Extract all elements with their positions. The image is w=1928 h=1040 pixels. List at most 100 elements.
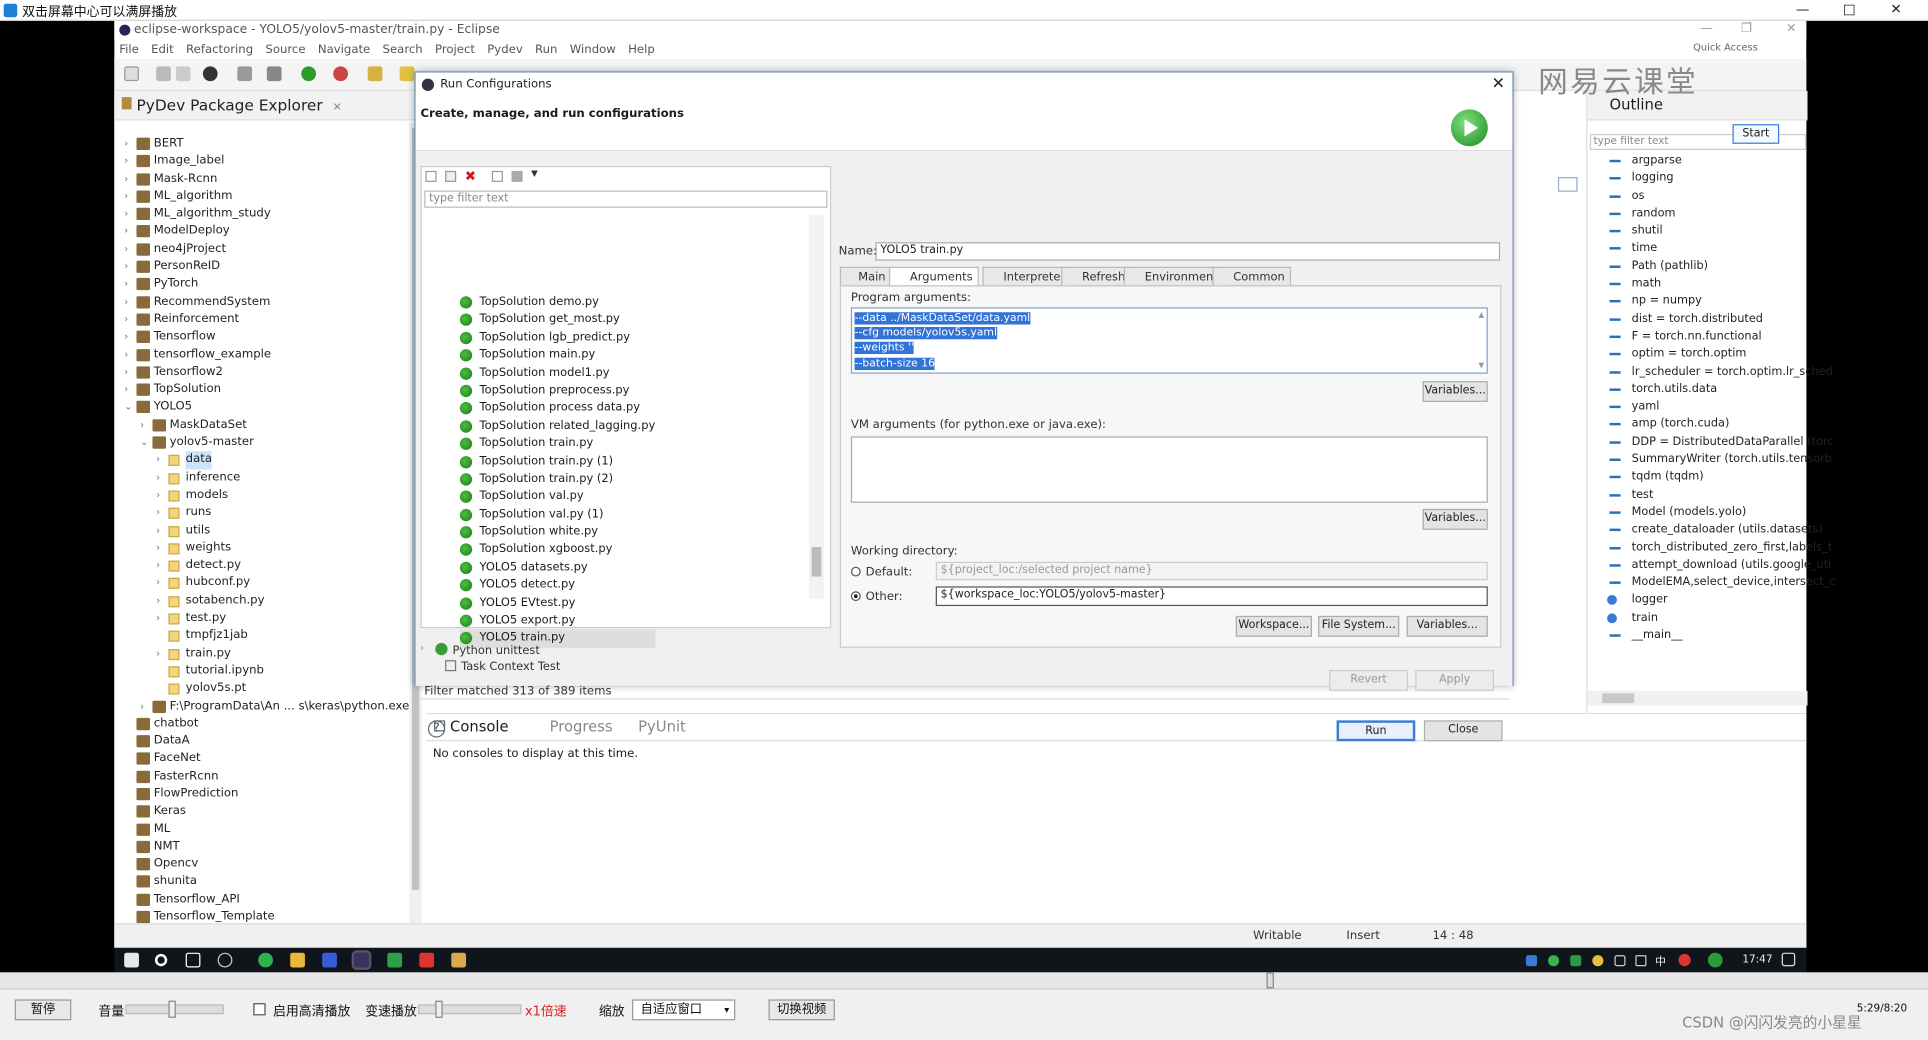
outline-item[interactable]: logger	[1607, 592, 1835, 610]
chevron-right-icon[interactable]: ›	[156, 592, 166, 610]
app-icon-5[interactable]	[451, 952, 467, 968]
explorer-item[interactable]: › Tensorflow2	[114, 364, 409, 382]
zoom-select[interactable]: 自适应窗口 ▾	[632, 999, 736, 1021]
tray-wechat-icon[interactable]	[1548, 955, 1560, 967]
speed-knob[interactable]	[435, 1000, 443, 1018]
explorer-item[interactable]: › hubconf.py	[114, 575, 409, 593]
pencil-icon[interactable]	[399, 66, 415, 82]
program-variables-button[interactable]: Variables...	[1422, 381, 1488, 402]
menu-edit[interactable]: Edit	[151, 41, 174, 59]
folder-icon[interactable]	[290, 952, 305, 968]
config-item[interactable]: TopSolution white.py	[459, 524, 655, 542]
chevron-right-icon[interactable]: ›	[156, 557, 166, 575]
menu-window[interactable]: Window	[570, 41, 616, 59]
menu-run[interactable]: Run	[535, 41, 557, 59]
new-icon[interactable]	[124, 66, 139, 82]
quick-access[interactable]: Quick Access	[1693, 42, 1767, 53]
collapse-all-icon[interactable]	[491, 170, 503, 182]
console-tab[interactable]: Console	[450, 718, 509, 735]
group-python-unittest[interactable]: › Python unittest	[421, 642, 540, 658]
vm-variables-button[interactable]: Variables...	[1422, 508, 1488, 530]
app-icon-3[interactable]	[387, 952, 403, 968]
config-filter-input[interactable]: type filter text	[424, 190, 828, 208]
vm-args-textarea[interactable]	[850, 436, 1488, 503]
explorer-item[interactable]: › data	[114, 451, 409, 470]
menu-project[interactable]: Project	[435, 41, 475, 59]
tab-environment[interactable]: Environment	[1123, 266, 1224, 286]
outline-item[interactable]: logging	[1607, 170, 1835, 188]
explorer-item[interactable]: ML	[114, 821, 409, 839]
chevron-right-icon[interactable]: ›	[156, 487, 166, 505]
chevron-right-icon[interactable]: ›	[156, 522, 166, 540]
outline-item[interactable]: lr_scheduler = torch.optim.lr_sched	[1607, 363, 1835, 381]
explorer-item[interactable]: DataA	[114, 733, 409, 751]
hd-checkbox[interactable]	[253, 1003, 266, 1016]
config-item[interactable]: TopSolution related_lagging.py	[459, 418, 655, 436]
explorer-item[interactable]: › TopSolution	[114, 381, 409, 399]
config-item[interactable]: TopSolution train.py (1)	[459, 453, 655, 471]
program-args-textarea[interactable]: --data ../MaskDataSet/data.yaml --cfg mod…	[850, 307, 1488, 374]
tray-icon-6[interactable]	[1707, 952, 1723, 968]
network-icon[interactable]	[1614, 955, 1626, 967]
eclipse-restore-icon[interactable]: ❐	[1741, 22, 1752, 36]
config-item[interactable]: TopSolution demo.py	[459, 294, 655, 312]
chevron-right-icon[interactable]: ›	[156, 610, 166, 628]
chevron-right-icon[interactable]: ›	[156, 575, 166, 593]
close-dialog-button[interactable]: Close	[1423, 720, 1503, 742]
pyunit-tab[interactable]: PyUnit	[638, 718, 686, 735]
explorer-item[interactable]: › Tensorflow	[114, 329, 409, 347]
explorer-item[interactable]: › test.py	[114, 610, 409, 628]
filter-icon[interactable]	[511, 170, 523, 182]
config-item[interactable]: TopSolution preprocess.py	[459, 382, 655, 400]
input-language[interactable]: 中	[1655, 953, 1666, 968]
explorer-item[interactable]: › sotabench.py	[114, 592, 409, 610]
outline-item[interactable]: ModelEMA,select_device,intersect_c	[1607, 574, 1835, 592]
outline-item[interactable]: os	[1607, 188, 1835, 206]
chevron-right-icon[interactable]: ›	[140, 416, 150, 434]
other-dir-input[interactable]: ${workspace_loc:YOLO5/yolov5-master}	[935, 586, 1488, 607]
outline-item[interactable]: torch.utils.data	[1607, 381, 1835, 399]
chevron-down-icon[interactable]: ⌄	[124, 399, 134, 417]
tray-icon-3[interactable]	[1570, 955, 1582, 967]
scroll-down-icon[interactable]: ▼	[1478, 361, 1484, 370]
outline-item[interactable]: train	[1607, 609, 1835, 627]
outline-hscroll-thumb[interactable]	[1602, 693, 1635, 704]
notification-icon[interactable]	[1781, 952, 1796, 967]
menu-refactoring[interactable]: Refactoring	[186, 41, 253, 59]
config-list-scrollbar-thumb[interactable]	[811, 547, 822, 577]
chevron-right-icon[interactable]: ›	[124, 258, 134, 276]
outline-item[interactable]: __main__	[1607, 627, 1835, 645]
speed-slider[interactable]	[418, 1004, 522, 1015]
save-all-icon[interactable]	[175, 66, 191, 82]
outline-hscroll[interactable]	[1587, 690, 1808, 706]
progress-knob[interactable]	[1265, 972, 1274, 989]
chevron-right-icon[interactable]: ›	[124, 206, 134, 224]
chevron-right-icon[interactable]: ›	[124, 170, 134, 188]
outline-item[interactable]: amp (torch.cuda)	[1607, 416, 1835, 434]
chevron-right-icon[interactable]: ›	[124, 241, 134, 259]
outline-item[interactable]: time	[1607, 240, 1835, 258]
explorer-item[interactable]: › detect.py	[114, 557, 409, 575]
minimize-button[interactable]: —	[1778, 0, 1827, 20]
explorer-item[interactable]: › F:\ProgramData\An ... s\keras\python.ex…	[114, 698, 409, 716]
explorer-item[interactable]: › ModelDeploy	[114, 223, 409, 241]
outline-item[interactable]: torch_distributed_zero_first,labels_t	[1607, 539, 1835, 557]
explorer-item[interactable]: › utils	[114, 522, 409, 540]
outline-item[interactable]: Model (models.yolo)	[1607, 504, 1835, 522]
chevron-right-icon[interactable]: ›	[156, 645, 166, 663]
outline-item[interactable]: attempt_download (utils.google_uti	[1607, 557, 1835, 575]
task-view-icon[interactable]	[185, 952, 201, 968]
tray-icon-4[interactable]	[1592, 955, 1604, 967]
search-icon[interactable]	[154, 953, 168, 967]
chevron-right-icon[interactable]: ›	[156, 539, 166, 557]
chevron-right-icon[interactable]: ›	[124, 276, 134, 294]
explorer-item[interactable]: ⌄ YOLO5	[114, 399, 409, 417]
explorer-item[interactable]: FlowPrediction	[114, 786, 409, 804]
explorer-item[interactable]: › Image_label	[114, 153, 409, 171]
explorer-item[interactable]: › MaskDataSet	[114, 416, 409, 434]
chevron-right-icon[interactable]: ›	[156, 469, 166, 487]
maximize-button[interactable]: □	[1825, 0, 1874, 20]
explorer-item[interactable]: › neo4jProject	[114, 241, 409, 259]
pause-button[interactable]: 暂停	[14, 999, 72, 1021]
explorer-item[interactable]: ⌄ yolov5-master	[114, 434, 409, 452]
